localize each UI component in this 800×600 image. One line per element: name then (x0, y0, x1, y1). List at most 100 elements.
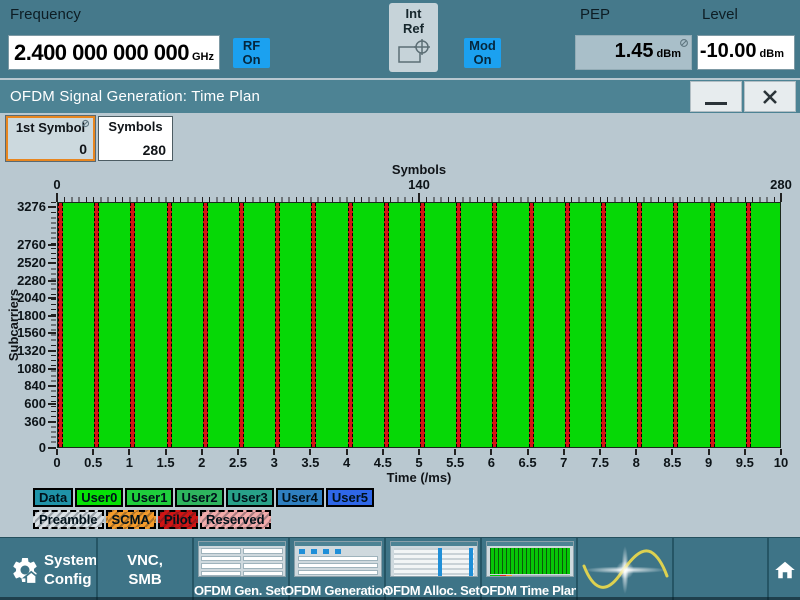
locked-icon (81, 119, 90, 128)
x-axis-tick-label: 10 (761, 455, 800, 470)
pilot-stripe (384, 203, 389, 447)
locked-icon (679, 38, 689, 48)
first-symbol-field[interactable]: 1st Symbol 0 (6, 116, 95, 161)
close-icon (760, 87, 780, 107)
pilot-stripe (601, 203, 606, 447)
x-axis-tick-label: 4.5 (363, 455, 403, 470)
top-axis-tick (418, 193, 420, 202)
reference-routing-icon (395, 38, 433, 64)
x-axis-tick-label: 4 (327, 455, 367, 470)
legend-item-data: Data (33, 488, 73, 507)
symbols-value: 280 (143, 142, 166, 158)
level-value: -10.00 (700, 40, 757, 63)
pilot-stripe (420, 203, 425, 447)
symbols-label: Symbols (99, 119, 172, 134)
legend-item-scma: SCMA (106, 510, 156, 529)
x-axis-tick (744, 449, 746, 455)
y-axis-tick-label: 1800 (0, 308, 46, 323)
taskbar-ofdm-gen-set[interactable]: OFDM Gen. Set. (192, 538, 288, 600)
close-button[interactable] (744, 81, 796, 112)
x-axis-tick-label: 6.5 (508, 455, 548, 470)
pep-label: PEP (580, 6, 610, 23)
pilot-stripe (565, 203, 570, 447)
taskbar-ofdm-alloc-set[interactable]: OFDM Alloc. Set. (384, 538, 480, 600)
legend-item-pilot: Pilot (158, 510, 198, 529)
pilot-stripe (203, 203, 208, 447)
sine-wave-icon (579, 543, 671, 597)
x-axis-tick-label: 9 (689, 455, 729, 470)
dialog-title: OFDM Signal Generation: Time Plan (10, 80, 260, 113)
x-axis-tick-label: 2 (182, 455, 222, 470)
x-axis-tick (599, 449, 601, 455)
legend-users-row: DataUser0User1User2User3User4User5 (33, 488, 374, 507)
y-axis-tick (48, 421, 56, 423)
x-axis-tick-label: 8 (616, 455, 656, 470)
pilot-stripe (456, 203, 461, 447)
x-axis-tick-label: 2.5 (218, 455, 258, 470)
taskbar-app-label: OFDM Time Plan (476, 583, 582, 598)
legend-item-user2: User2 (175, 488, 223, 507)
y-axis-tick (48, 280, 56, 282)
y-axis-tick (48, 262, 56, 264)
y-axis-tick (48, 368, 56, 370)
mod-on-button[interactable]: Mod On (464, 38, 501, 68)
taskbar-home-button[interactable] (767, 538, 800, 600)
legend-item-user4: User4 (276, 488, 324, 507)
legend-item-preamble: Preamble (33, 510, 104, 529)
x-axis-title: Time (/ms) (57, 470, 781, 485)
legend-types-row: PreambleSCMAPilotReserved (33, 510, 271, 529)
y-axis-tick (48, 206, 56, 208)
y-axis-tick-label: 840 (0, 378, 46, 393)
symbols-field[interactable]: Symbols 280 (98, 116, 173, 161)
ofdm-generation-thumbnail (294, 541, 382, 577)
x-axis-tick (527, 449, 529, 455)
taskbar-empty-panel[interactable] (672, 538, 767, 600)
pilot-stripe (746, 203, 751, 447)
y-axis-minor-ticks (51, 202, 56, 448)
rf-on-button[interactable]: RF On (233, 38, 270, 68)
x-axis-tick (563, 449, 565, 455)
taskbar-vnc-smb[interactable]: VNC, SMB (96, 538, 192, 600)
ofdm-alloc-set-thumbnail (390, 541, 478, 577)
x-axis-tick-label: 7.5 (580, 455, 620, 470)
taskbar-system-config[interactable]: System Config (0, 538, 96, 600)
time-plan-plot (57, 202, 781, 448)
ofdm-time-plan-thumbnail (486, 541, 574, 577)
y-axis-tick (48, 244, 56, 246)
int-ref-button[interactable]: Int Ref (389, 3, 438, 72)
pilot-stripe (348, 203, 353, 447)
frequency-unit: GHz (192, 51, 214, 63)
taskbar-ofdm-generation[interactable]: OFDM Generation (288, 538, 384, 600)
y-axis-tick (48, 385, 56, 387)
frequency-input[interactable]: 2.400 000 000 000 GHz (8, 35, 220, 70)
x-axis-tick (780, 449, 782, 455)
y-axis-tick (48, 297, 56, 299)
x-axis-tick (346, 449, 348, 455)
x-axis-tick-label: 8.5 (652, 455, 692, 470)
pilot-stripe (130, 203, 135, 447)
top-axis-tick-label: 140 (399, 177, 439, 192)
first-symbol-value: 0 (79, 141, 87, 157)
x-axis-tick (454, 449, 456, 455)
x-axis-tick-label: 3 (254, 455, 294, 470)
taskbar-ofdm-time-plan[interactable]: OFDM Time Plan (480, 538, 576, 600)
frequency-label: Frequency (10, 6, 81, 23)
taskbar-baseband-panel[interactable] (576, 538, 672, 600)
dialog-titlebar: OFDM Signal Generation: Time Plan (0, 80, 800, 113)
x-axis-tick-label: 5.5 (435, 455, 475, 470)
pilot-stripe (167, 203, 172, 447)
pep-field[interactable]: 1.45 dBm (575, 35, 692, 70)
y-axis-tick-label: 600 (0, 396, 46, 411)
taskbar-app-label: OFDM Alloc. Set. (380, 583, 486, 598)
y-axis-tick-label: 1560 (0, 325, 46, 340)
top-axis-tick-label: 0 (37, 177, 77, 192)
y-axis-tick-label: 360 (0, 414, 46, 429)
legend-item-user1: User1 (125, 488, 173, 507)
minimize-button[interactable] (690, 81, 742, 112)
top-axis-tick (56, 193, 58, 202)
x-axis-tick (671, 449, 673, 455)
level-input[interactable]: -10.00 dBm (697, 35, 795, 70)
legend-item-user0: User0 (75, 488, 123, 507)
pilot-stripe (58, 203, 63, 447)
pilot-stripe (673, 203, 678, 447)
